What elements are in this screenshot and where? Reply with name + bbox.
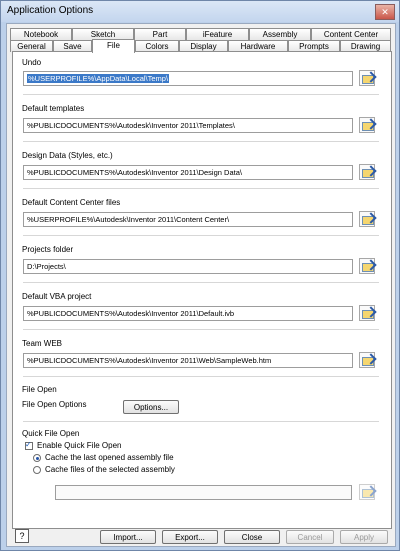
- help-icon[interactable]: ?: [15, 529, 29, 543]
- divider: [23, 188, 379, 189]
- undo-path-value: %USERPROFILE%\AppData\Local\Temp\: [27, 74, 170, 83]
- tab-part[interactable]: Part: [134, 28, 186, 40]
- cache-last-assembly-label: Cache the last opened assembly file: [45, 453, 174, 462]
- dialog-button-bar: ? Import... Export... Close Cancel Apply: [12, 527, 390, 545]
- quick-open-browse-button[interactable]: [359, 484, 377, 500]
- title-bar: Application Options ✕: [1, 1, 399, 22]
- file-open-options-button[interactable]: Options...: [123, 400, 179, 414]
- divider: [23, 141, 379, 142]
- undo-label: Undo: [22, 58, 42, 67]
- divider: [23, 421, 379, 422]
- default-templates-browse-button[interactable]: [359, 117, 377, 133]
- divider: [23, 329, 379, 330]
- divider: [23, 282, 379, 283]
- team-web-field[interactable]: %PUBLICDOCUMENTS%\Autodesk\Inventor 2011…: [23, 353, 353, 368]
- export-button[interactable]: Export...: [162, 530, 218, 544]
- team-web-label: Team WEB: [22, 339, 63, 348]
- dialog-client-area: Notebook Sketch Part iFeature Assembly C…: [6, 23, 396, 547]
- design-data-browse-button[interactable]: [359, 164, 377, 180]
- cache-last-assembly-radio[interactable]: [33, 454, 41, 462]
- design-data-field[interactable]: %PUBLICDOCUMENTS%\Autodesk\Inventor 2011…: [23, 165, 353, 180]
- undo-browse-button[interactable]: [359, 70, 377, 86]
- file-tab-panel: Undo %USERPROFILE%\AppData\Local\Temp\ D…: [12, 51, 392, 529]
- cancel-button[interactable]: Cancel: [286, 530, 334, 544]
- quick-file-open-heading: Quick File Open: [22, 429, 80, 438]
- undo-path-field[interactable]: %USERPROFILE%\AppData\Local\Temp\: [23, 71, 353, 86]
- design-data-label: Design Data (Styles, etc.): [22, 151, 113, 160]
- tab-row-1: Notebook Sketch Part iFeature Assembly C…: [7, 28, 395, 40]
- quick-open-assembly-field[interactable]: [55, 485, 352, 500]
- divider: [23, 235, 379, 236]
- tab-content-center[interactable]: Content Center: [311, 28, 391, 40]
- close-button[interactable]: Close: [224, 530, 280, 544]
- import-button[interactable]: Import...: [100, 530, 156, 544]
- content-center-field[interactable]: %USERPROFILE%\Autodesk\Inventor 2011\Con…: [23, 212, 353, 227]
- tab-assembly[interactable]: Assembly: [249, 28, 311, 40]
- vba-project-field[interactable]: %PUBLICDOCUMENTS%\Autodesk\Inventor 2011…: [23, 306, 353, 321]
- file-open-options-label: File Open Options: [22, 400, 87, 409]
- close-icon: ✕: [381, 7, 389, 17]
- vba-project-browse-button[interactable]: [359, 305, 377, 321]
- content-center-label: Default Content Center files: [22, 198, 121, 207]
- window-title: Application Options: [7, 5, 94, 16]
- projects-folder-field[interactable]: D:\Projects\: [23, 259, 353, 274]
- projects-folder-browse-button[interactable]: [359, 258, 377, 274]
- content-center-browse-button[interactable]: [359, 211, 377, 227]
- enable-quick-open-checkbox[interactable]: [25, 440, 33, 450]
- tab-file[interactable]: File: [92, 39, 135, 53]
- cache-selected-assembly-label: Cache files of the selected assembly: [45, 465, 175, 474]
- tab-ifeature[interactable]: iFeature: [186, 28, 249, 40]
- window-close-button[interactable]: ✕: [375, 4, 395, 20]
- default-templates-field[interactable]: %PUBLICDOCUMENTS%\Autodesk\Inventor 2011…: [23, 118, 353, 133]
- apply-button[interactable]: Apply: [340, 530, 388, 544]
- tab-notebook[interactable]: Notebook: [10, 28, 72, 40]
- divider: [23, 376, 379, 377]
- vba-project-label: Default VBA project: [22, 292, 92, 301]
- team-web-browse-button[interactable]: [359, 352, 377, 368]
- application-options-window: Application Options ✕ Notebook Sketch Pa…: [0, 0, 400, 551]
- cache-selected-assembly-radio[interactable]: [33, 466, 41, 474]
- enable-quick-open-label: Enable Quick File Open: [37, 441, 122, 450]
- default-templates-label: Default templates: [22, 104, 85, 113]
- file-open-heading: File Open: [22, 385, 57, 394]
- projects-folder-label: Projects folder: [22, 245, 74, 254]
- divider: [23, 94, 379, 95]
